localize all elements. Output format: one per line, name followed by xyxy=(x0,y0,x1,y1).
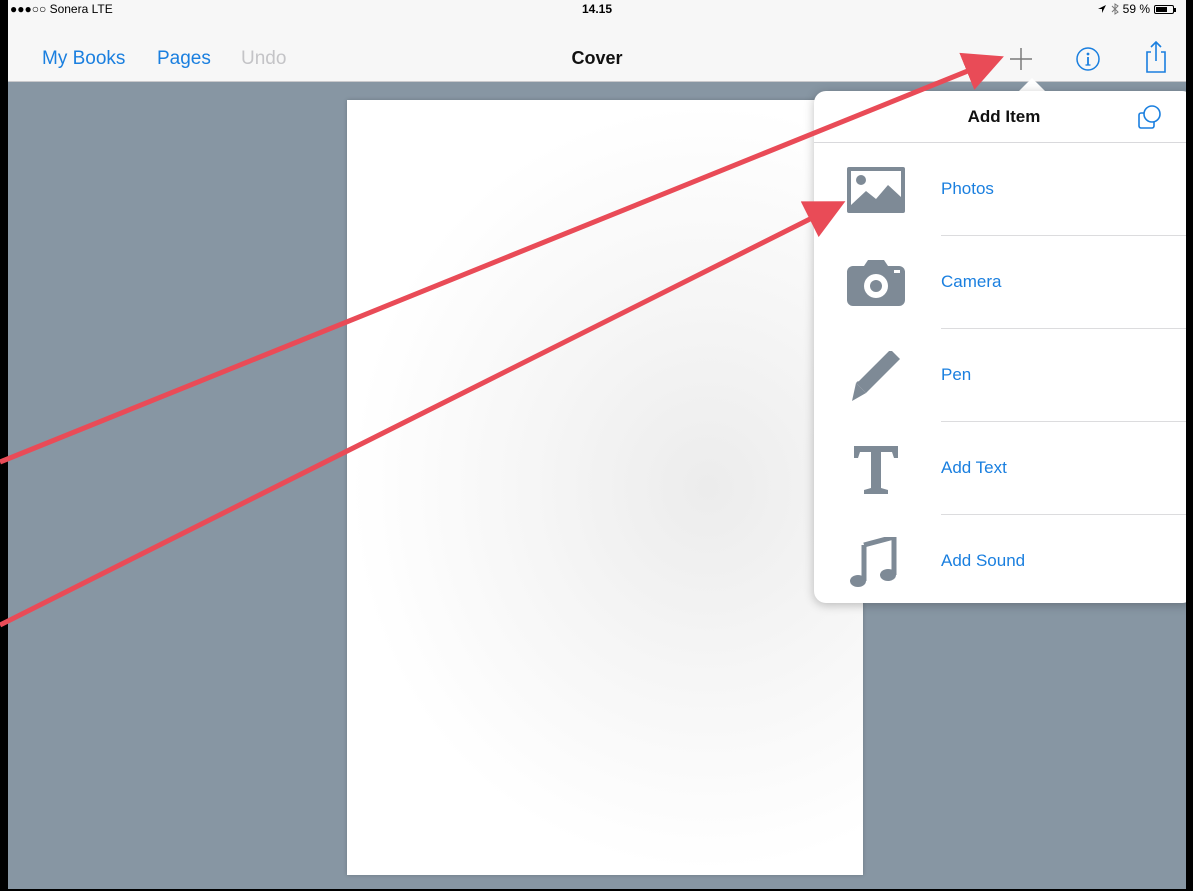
status-time: 14.15 xyxy=(581,2,613,16)
add-item-popover: Add Item Photos Camera Pen Add Text Add … xyxy=(814,91,1186,603)
menu-item-label: Photos xyxy=(941,179,994,198)
photos-icon xyxy=(847,167,905,213)
app-screen: ●●●○○ Sonera LTE 14.15 59 % My Books Pag… xyxy=(8,0,1186,889)
shapes-icon[interactable] xyxy=(1137,104,1163,130)
status-bar: ●●●○○ Sonera LTE 14.15 59 % xyxy=(8,0,1186,18)
camera-icon xyxy=(847,260,905,306)
book-cover-page[interactable] xyxy=(347,100,863,875)
popover-header: Add Item xyxy=(814,91,1186,143)
popover-title: Add Item xyxy=(967,107,1041,126)
status-right-group: 59 % xyxy=(1097,2,1176,16)
add-item-button[interactable] xyxy=(1008,46,1034,72)
menu-item-label: Add Sound xyxy=(941,551,1026,570)
menu-item-add-text[interactable]: Add Text xyxy=(814,422,1186,515)
menu-item-label: Add Text xyxy=(941,458,1007,477)
battery-icon xyxy=(1154,4,1176,14)
battery-percent: 59 % xyxy=(1122,2,1150,16)
menu-item-add-sound[interactable]: Add Sound xyxy=(814,515,1186,608)
pen-icon xyxy=(852,351,900,401)
location-icon xyxy=(1097,5,1106,13)
menu-item-camera[interactable]: Camera xyxy=(814,236,1186,329)
bluetooth-icon xyxy=(1111,3,1119,15)
info-button[interactable] xyxy=(1075,46,1101,72)
navigation-bar: My Books Pages Undo Cover xyxy=(8,18,1186,82)
text-icon xyxy=(854,446,898,494)
menu-item-pen[interactable]: Pen xyxy=(814,329,1186,422)
music-note-icon xyxy=(850,537,897,587)
popover-arrow xyxy=(1018,78,1046,92)
menu-item-label: Pen xyxy=(941,365,972,384)
menu-item-label: Camera xyxy=(941,272,1002,291)
menu-item-photos[interactable]: Photos xyxy=(814,143,1186,236)
share-button[interactable] xyxy=(1143,40,1169,74)
